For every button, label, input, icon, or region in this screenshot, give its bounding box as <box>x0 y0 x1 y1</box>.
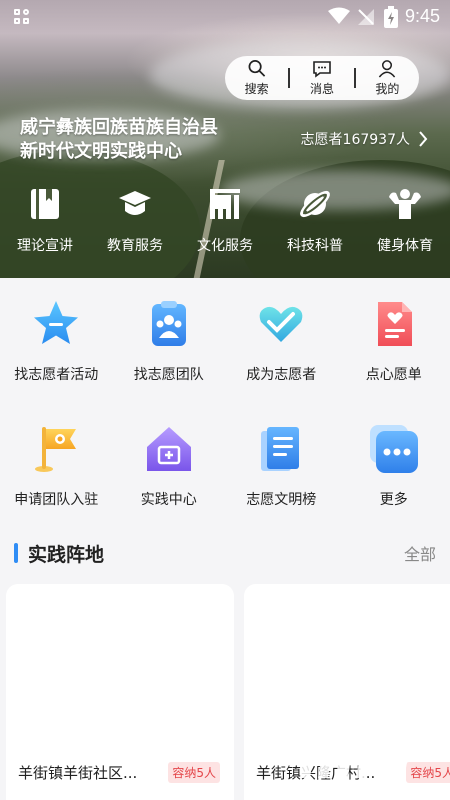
service-label: 成为志愿者 <box>246 367 317 383</box>
civilization-ranking-button[interactable]: 志愿文明榜 <box>225 417 338 542</box>
book-icon <box>31 189 59 219</box>
more-icon <box>369 425 418 473</box>
practice-site-card[interactable]: 羊街镇羊街社区... 容纳5人 <box>6 584 234 800</box>
more-button[interactable]: 更多 <box>338 417 450 542</box>
section-title: 实践阵地 <box>28 543 105 566</box>
wifi-icon <box>328 7 350 24</box>
title-line-1: 威宁彝族回族苗族自治县 <box>20 117 218 138</box>
hero-banner: 9:45 搜索 消息 我的 威宁彝族回族苗族自治县 新时代文明实践中心 志愿者1… <box>0 0 450 278</box>
wish-list-icon <box>377 302 412 346</box>
service-label: 点心愿单 <box>365 367 422 383</box>
category-culture[interactable]: 文化服务 <box>180 186 270 255</box>
heart-hands-icon <box>259 306 303 342</box>
profile-button[interactable]: 我的 <box>356 59 419 97</box>
site-name: 羊街镇羊街社区... <box>18 764 138 782</box>
section-header: 实践阵地 全部 <box>14 540 436 566</box>
flag-icon <box>35 427 77 472</box>
house-icon <box>146 427 191 471</box>
category-label: 文化服务 <box>197 238 253 254</box>
app-grid-icon <box>14 9 30 25</box>
category-label: 科技科普 <box>287 238 343 254</box>
star-icon <box>34 301 79 344</box>
battery-icon <box>384 6 398 28</box>
service-label: 找志愿团队 <box>133 367 204 383</box>
find-team-button[interactable]: 找志愿团队 <box>113 292 226 417</box>
no-signal-icon <box>358 9 374 25</box>
service-label: 申请团队入驻 <box>14 492 99 508</box>
become-volunteer-button[interactable]: 成为志愿者 <box>225 292 338 417</box>
profile-label: 我的 <box>375 82 400 96</box>
service-label: 实践中心 <box>140 492 197 508</box>
practice-center-button[interactable]: 实践中心 <box>113 417 226 542</box>
apply-team-button[interactable]: 申请团队入驻 <box>0 417 113 542</box>
category-label: 健身体育 <box>377 238 433 254</box>
service-grid: 找志愿者活动 找志愿团队 成为志愿者 点心愿单 申请团队入驻 实践中心 志愿文明… <box>0 292 450 542</box>
service-label: 找志愿者活动 <box>14 367 99 383</box>
title-line-2: 新时代文明实践中心 <box>20 141 182 162</box>
category-science[interactable]: 科技科普 <box>270 186 360 255</box>
section-accent-bar <box>14 543 18 563</box>
message-icon <box>313 60 331 78</box>
capacity-badge: 容纳5人 <box>168 762 220 783</box>
status-bar: 9:45 <box>0 0 450 34</box>
message-label: 消息 <box>309 81 334 96</box>
category-education[interactable]: 教育服务 <box>90 186 180 255</box>
search-button[interactable]: 搜索 <box>225 59 288 97</box>
watermark-logo <box>300 750 408 778</box>
search-icon <box>248 60 265 77</box>
top-action-bar: 搜索 消息 我的 <box>225 56 419 100</box>
user-icon <box>379 60 396 78</box>
category-theory[interactable]: 理论宣讲 <box>0 186 90 255</box>
category-row: 理论宣讲 教育服务 文化服务 科技科普 健身体育 <box>0 186 450 255</box>
search-label: 搜索 <box>244 82 269 96</box>
center-title: 威宁彝族回族苗族自治县 新时代文明实践中心 <box>20 116 218 164</box>
message-button[interactable]: 消息 <box>290 59 353 97</box>
wish-list-button[interactable]: 点心愿单 <box>338 292 450 417</box>
clock: 9:45 <box>404 6 440 26</box>
service-label: 志愿文明榜 <box>246 492 317 508</box>
volunteer-count: 志愿者167937人 <box>300 132 410 148</box>
piano-icon <box>210 189 240 219</box>
team-clipboard-icon <box>151 301 186 346</box>
view-all-link[interactable]: 全部 <box>404 541 436 565</box>
planet-icon <box>300 190 330 218</box>
category-label: 理论宣讲 <box>17 238 73 254</box>
muscle-icon <box>389 189 421 219</box>
service-label: 更多 <box>379 492 408 508</box>
graduation-cap-icon <box>119 191 151 215</box>
category-label: 教育服务 <box>107 238 163 254</box>
chevron-right-icon <box>419 131 428 147</box>
category-fitness[interactable]: 健身体育 <box>360 186 450 255</box>
volunteer-count-link[interactable]: 志愿者167937人 <box>301 129 428 149</box>
find-activity-button[interactable]: 找志愿者活动 <box>0 292 113 417</box>
document-icon <box>261 427 300 471</box>
